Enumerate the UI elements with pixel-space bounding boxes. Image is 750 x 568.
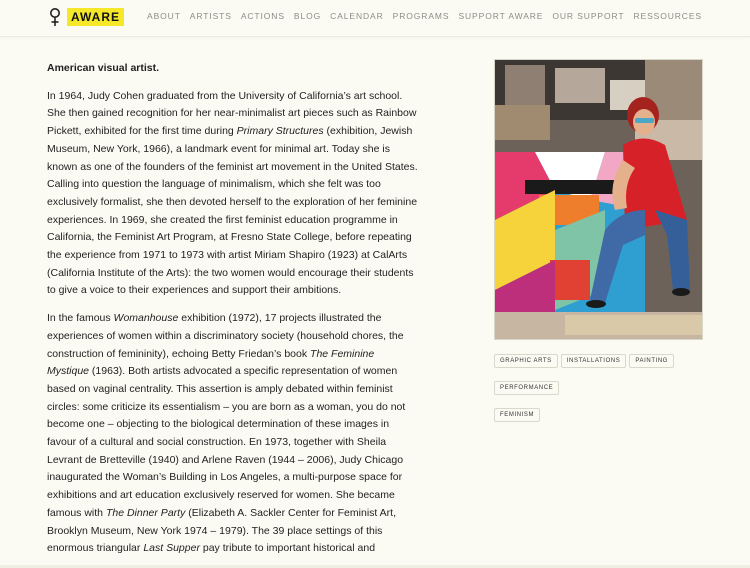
nav-item-ressources[interactable]: RESSOURCES [633, 11, 702, 21]
text-segment: pay tribute to important historical and [199, 542, 376, 555]
work-title: Primary Structures [236, 125, 324, 138]
female-symbol-icon [48, 7, 62, 27]
aware-logo[interactable]: AWARE [48, 7, 125, 27]
text-segment: (1963). Both artists advocated a specifi… [47, 365, 406, 519]
tag-installations[interactable]: INSTALLATIONS [560, 354, 627, 368]
tag-list: GRAPHIC ARTS INSTALLATIONS PAINTING PERFORM… [494, 349, 714, 430]
nav-item-about[interactable]: ABOUT [147, 11, 181, 21]
text-segment: In the famous [47, 312, 114, 325]
tag-row: FEMINISM [494, 403, 714, 430]
article-lead: American visual artist. [47, 62, 160, 74]
nav-item-calendar[interactable]: CALENDAR [330, 11, 384, 21]
tag-row: PERFORMANCE [494, 376, 714, 403]
article-body: American visual artist. In 1964, Judy Co… [47, 60, 419, 568]
article-paragraph-1: In 1964, Judy Cohen graduated from the U… [47, 88, 419, 300]
tag-graphic-arts[interactable]: GRAPHIC ARTS [494, 354, 558, 368]
main-nav: ABOUT ARTISTS ACTIONS BLOG CALENDAR PROGRAMS S… [147, 11, 711, 21]
logo-wordmark: AWARE [67, 8, 125, 26]
article-paragraph-2: In the famous Womanhouse exhibition (197… [47, 310, 419, 558]
nav-item-artists[interactable]: ARTISTS [190, 11, 232, 21]
work-title: The Dinner Party [105, 506, 186, 519]
nav-item-support-aware[interactable]: SUPPORT AWARE [458, 11, 543, 21]
tag-row: GRAPHIC ARTS INSTALLATIONS PAINTING [494, 349, 714, 376]
nav-item-actions[interactable]: ACTIONS [241, 11, 285, 21]
text-segment: (exhibition, Jewish Museum, New York, 19… [47, 125, 418, 297]
nav-item-blog[interactable]: BLOG [294, 11, 321, 21]
tag-performance[interactable]: PERFORMANCE [494, 381, 560, 395]
top-navigation-bar: AWARE ABOUT ARTISTS ACTIONS BLOG CALENDAR PRO… [0, 0, 750, 37]
work-title: Last Supper [143, 542, 200, 555]
tag-feminism[interactable]: FEMINISM [494, 408, 541, 422]
artist-portrait-photo [494, 59, 703, 340]
nav-item-our-support[interactable]: OUR SUPPORT [552, 11, 624, 21]
tag-painting[interactable]: PAINTING [629, 354, 675, 368]
nav-item-programs[interactable]: PROGRAMS [393, 11, 450, 21]
work-title: Womanhouse [113, 312, 179, 325]
